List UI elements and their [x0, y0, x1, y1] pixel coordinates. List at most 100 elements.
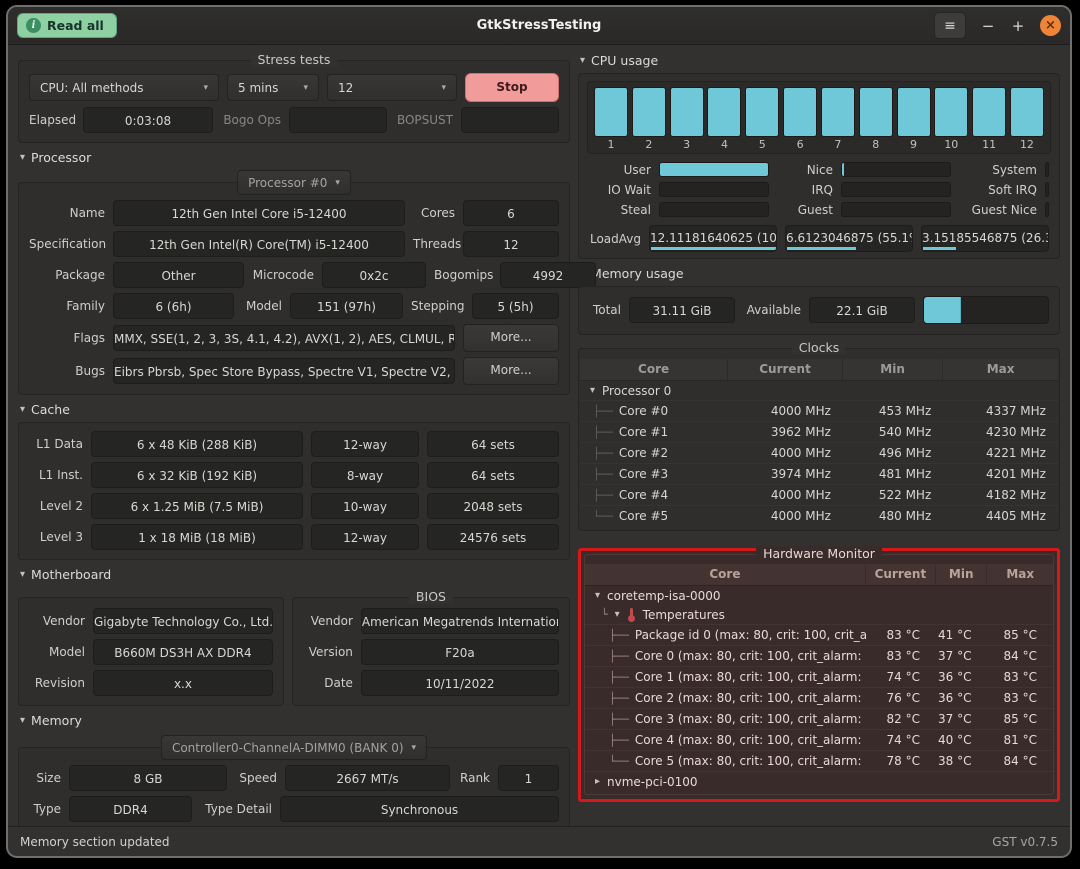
hwmon-nvme-group-row[interactable]: ▸ nvme-pci-0100 — [585, 771, 1053, 791]
cache-sets-value[interactable]: 24576 sets — [427, 524, 559, 550]
model-value[interactable]: 151 (97h) — [290, 293, 403, 319]
processor-selector-dropdown[interactable]: Processor #0 ▾ — [237, 170, 351, 195]
family-label: Family — [29, 299, 105, 313]
expander-open-icon: ▾ — [590, 385, 595, 396]
stress-method-dropdown[interactable]: CPU: All methods ▾ — [29, 74, 219, 101]
processor-expander[interactable]: ▾ Processor — [20, 150, 570, 165]
threads-value[interactable]: 12 — [463, 231, 559, 257]
loadavg-value[interactable]: 6.6123046875 (55.1%) — [785, 225, 913, 252]
bios-vendor-value[interactable]: American Megatrends International, LL — [361, 608, 559, 634]
hwmon-row[interactable]: ├── Package id 0 (max: 80, crit: 100, cr… — [585, 624, 1053, 645]
memory-bank-dropdown[interactable]: Controller0-ChannelA-DIMM0 (BANK 0) ▾ — [161, 735, 427, 760]
mem-size-value[interactable]: 8 GB — [69, 765, 227, 791]
cpu-name-value[interactable]: 12th Gen Intel Core i5-12400 — [113, 200, 405, 226]
cache-ways-value[interactable]: 12-way — [311, 431, 419, 457]
bugs-value[interactable]: Eibrs Pbrsb, Spec Store Bypass, Spectre … — [113, 358, 455, 384]
hwmon-temperatures-row[interactable]: └ ▾ Temperatures — [585, 605, 1053, 624]
clocks-row[interactable]: ├── Core #1 3962 MHz 540 MHz 4230 MHz — [580, 421, 1058, 442]
clocks-header-current[interactable]: Current — [728, 359, 843, 380]
hwmon-header-min[interactable]: Min — [936, 564, 987, 585]
expander-open-icon: ▾ — [615, 609, 620, 620]
flags-more-button[interactable]: More... — [463, 324, 559, 352]
clocks-row[interactable]: ├── Core #4 4000 MHz 522 MHz 4182 MHz — [580, 484, 1058, 505]
mem-available-value[interactable]: 22.1 GiB — [809, 297, 915, 323]
hwmon-row[interactable]: ├── Core 2 (max: 80, crit: 100, crit_ala… — [585, 687, 1053, 708]
memory-expander[interactable]: ▾ Memory — [20, 713, 570, 728]
hwmon-row[interactable]: ├── Core 4 (max: 80, crit: 100, crit_ala… — [585, 729, 1053, 750]
hwmon-header-max[interactable]: Max — [987, 564, 1053, 585]
stress-workers-dropdown[interactable]: 12 ▾ — [327, 74, 457, 101]
clocks-row[interactable]: ├── Core #3 3974 MHz 481 MHz 4201 MHz — [580, 463, 1058, 484]
cache-size-value[interactable]: 6 x 1.25 MiB (7.5 MiB) — [91, 493, 303, 519]
package-value[interactable]: Other — [113, 262, 244, 288]
clocks-row[interactable]: └── Core #5 4000 MHz 480 MHz 4405 MHz — [580, 505, 1058, 526]
bopsust-value[interactable] — [461, 107, 559, 133]
bugs-more-button[interactable]: More... — [463, 357, 559, 385]
family-value[interactable]: 6 (6h) — [113, 293, 234, 319]
cores-value[interactable]: 6 — [463, 200, 559, 226]
hwmon-max-value: 83 °C — [987, 691, 1053, 705]
clock-core-name: Core #2 — [619, 446, 668, 460]
meter-trough — [1045, 162, 1049, 177]
clocks-header-core[interactable]: Core — [580, 359, 728, 380]
hwmon-header-core[interactable]: Core — [585, 564, 866, 585]
bios-version-value[interactable]: F20a — [361, 639, 559, 665]
mem-speed-value[interactable]: 2667 MT/s — [285, 765, 450, 791]
close-button[interactable]: × — [1040, 15, 1061, 36]
specification-value[interactable]: 12th Gen Intel(R) Core(TM) i5-12400 — [113, 231, 405, 257]
maximize-button[interactable]: + — [1010, 17, 1026, 35]
mem-type-value[interactable]: DDR4 — [69, 796, 192, 822]
memory-usage-expander[interactable]: ▾ Memory usage — [580, 266, 1060, 281]
loadavg-value[interactable]: 3.15185546875 (26.3%) — [921, 225, 1049, 252]
bogomips-value[interactable]: 4992 — [500, 262, 596, 288]
cache-sets-value[interactable]: 64 sets — [427, 431, 559, 457]
cache-size-value[interactable]: 6 x 48 KiB (288 KiB) — [91, 431, 303, 457]
bogo-ops-value[interactable] — [289, 107, 387, 133]
elapsed-value[interactable]: 0:03:08 — [83, 107, 213, 133]
hwmon-group-row[interactable]: ▾ coretemp-isa-0000 — [585, 586, 1053, 605]
clocks-row[interactable]: ├── Core #2 4000 MHz 496 MHz 4221 MHz — [580, 442, 1058, 463]
bios-date-value[interactable]: 10/11/2022 — [361, 670, 559, 696]
cpu-core-bar: 4 — [707, 87, 741, 151]
microcode-value[interactable]: 0x2c — [322, 262, 426, 288]
hwmon-row[interactable]: ├── Core 0 (max: 80, crit: 100, crit_ala… — [585, 645, 1053, 666]
hwmon-row[interactable]: ├── Core 1 (max: 80, crit: 100, crit_ala… — [585, 666, 1053, 687]
cache-size-value[interactable]: 1 x 18 MiB (18 MiB) — [91, 524, 303, 550]
clocks-group-row[interactable]: ▾ Processor 0 — [580, 381, 1058, 400]
cache-sets-value[interactable]: 2048 sets — [427, 493, 559, 519]
mobo-model-value[interactable]: B660M DS3H AX DDR4 — [93, 639, 273, 665]
hamburger-icon: ≡ — [944, 18, 956, 34]
stepping-value[interactable]: 5 (5h) — [472, 293, 559, 319]
hwmon-row[interactable]: └── Core 5 (max: 80, crit: 100, crit_ala… — [585, 750, 1053, 771]
mem-type-detail-value[interactable]: Synchronous — [280, 796, 559, 822]
clocks-row[interactable]: ├── Core #0 4000 MHz 453 MHz 4337 MHz — [580, 400, 1058, 421]
hwmon-header-current[interactable]: Current — [866, 564, 936, 585]
stress-method-value: CPU: All methods — [40, 81, 144, 95]
motherboard-expander[interactable]: ▾ Motherboard — [20, 567, 570, 582]
minimize-button[interactable]: − — [980, 17, 996, 35]
clocks-header-min[interactable]: Min — [843, 359, 943, 380]
cache-ways-value[interactable]: 8-way — [311, 462, 419, 488]
mem-rank-value[interactable]: 1 — [498, 765, 559, 791]
menu-button[interactable]: ≡ — [934, 12, 966, 39]
cpu-usage-expander[interactable]: ▾ CPU usage — [580, 53, 1060, 68]
clocks-header-max[interactable]: Max — [943, 359, 1058, 380]
cache-ways-value[interactable]: 12-way — [311, 524, 419, 550]
cache-ways-value[interactable]: 10-way — [311, 493, 419, 519]
cache-expander[interactable]: ▾ Cache — [20, 402, 570, 417]
motherboard-frame: Vendor Gigabyte Technology Co., Ltd. Mod… — [18, 597, 284, 706]
clocks-frame-label: Clocks — [792, 340, 846, 355]
mobo-vendor-value[interactable]: Gigabyte Technology Co., Ltd. — [93, 608, 273, 634]
hwmon-row[interactable]: ├── Core 3 (max: 80, crit: 100, crit_ala… — [585, 708, 1053, 729]
cpu-core-number: 6 — [797, 138, 804, 151]
flags-value[interactable]: MMX, SSE(1, 2, 3, 3S, 4.1, 4.2), AVX(1, … — [113, 325, 455, 351]
read-all-button[interactable]: i Read all — [17, 13, 117, 38]
stop-button[interactable]: Stop — [465, 73, 559, 102]
mem-total-value[interactable]: 31.11 GiB — [629, 297, 735, 323]
cache-size-value[interactable]: 6 x 32 KiB (192 KiB) — [91, 462, 303, 488]
cache-sets-value[interactable]: 64 sets — [427, 462, 559, 488]
stress-duration-dropdown[interactable]: 5 mins ▾ — [227, 74, 319, 101]
loadavg-value[interactable]: 12.11181640625 (100.9%) — [649, 225, 777, 252]
cpu-core-bar-fill — [784, 88, 816, 136]
mobo-revision-value[interactable]: x.x — [93, 670, 273, 696]
